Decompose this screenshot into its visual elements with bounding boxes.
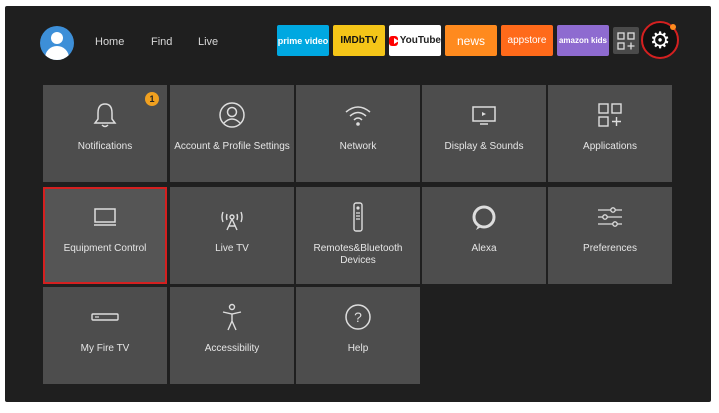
youtube-play-icon	[389, 35, 399, 46]
tile-label: Account & Profile Settings	[174, 141, 290, 152]
antenna-icon	[221, 211, 243, 231]
fire-tv-stick-icon	[91, 313, 119, 321]
news-logo: news	[456, 33, 485, 48]
avatar-body	[45, 46, 69, 60]
tile-label: Preferences	[583, 243, 637, 254]
prime-video-logo: prime video	[277, 35, 329, 46]
tile-label: Alexa	[471, 243, 497, 254]
wifi-icon	[345, 106, 371, 126]
tile-equipment-control[interactable]: Equipment Control	[43, 187, 167, 284]
appstore-logo: appstore	[507, 35, 547, 46]
app-appstore[interactable]: appstore	[501, 25, 553, 56]
app-amazon-kids[interactable]: amazon kids	[557, 25, 609, 56]
imdb-tv-logo: IMDbTV	[340, 35, 378, 46]
app-news[interactable]: news	[445, 25, 497, 56]
tile-help[interactable]: ? Help	[296, 287, 420, 384]
gear-icon: ⚙	[649, 26, 671, 53]
bell-icon	[93, 103, 117, 128]
remote-icon	[353, 202, 363, 232]
help-icon: ?	[345, 304, 371, 330]
tile-label: Applications	[583, 141, 637, 152]
nav-live[interactable]: Live	[198, 36, 218, 48]
tile-network[interactable]: Network	[296, 85, 420, 182]
display-icon	[472, 106, 496, 125]
apps-grid-icon	[617, 31, 635, 50]
tile-label: Live TV	[215, 243, 249, 254]
nav-home[interactable]: Home	[95, 36, 124, 48]
tile-display-sounds[interactable]: Display & Sounds	[422, 85, 546, 182]
app-prime-video[interactable]: prime video	[277, 25, 329, 56]
tile-label: Display & Sounds	[444, 141, 524, 152]
tile-accessibility[interactable]: Accessibility	[170, 287, 294, 384]
apps-grid-button[interactable]	[613, 27, 639, 54]
tile-live-tv[interactable]: Live TV	[170, 187, 294, 284]
tile-remotes-bluetooth[interactable]: Remotes&Bluetooth Devices	[296, 187, 420, 284]
tile-notifications[interactable]: 1 Notifications	[43, 85, 167, 182]
tv-icon	[94, 208, 116, 226]
tile-label: Accessibility	[204, 343, 260, 354]
tile-account-profile-settings[interactable]: Account & Profile Settings	[170, 85, 294, 182]
tile-alexa[interactable]: Alexa	[422, 187, 546, 284]
tile-label: Equipment Control	[63, 243, 147, 254]
app-youtube[interactable]: YouTube	[389, 25, 441, 56]
tile-label: Remotes&Bluetooth Devices	[313, 243, 403, 266]
avatar-head	[51, 32, 63, 44]
applications-icon	[598, 103, 622, 127]
tile-preferences[interactable]: Preferences	[548, 187, 672, 284]
alexa-icon	[472, 205, 496, 230]
tile-applications[interactable]: Applications	[548, 85, 672, 182]
app-imdb-tv[interactable]: IMDbTV	[333, 25, 385, 56]
nav-find[interactable]: Find	[151, 36, 172, 48]
amazon-kids-logo: amazon kids	[558, 36, 607, 45]
tile-label: Notifications	[77, 141, 133, 152]
svg-text:?: ?	[354, 309, 362, 325]
fire-tv-screen: Home Find Live prime video IMDbTV YouTub…	[5, 6, 711, 402]
youtube-logo: YouTube	[399, 35, 441, 46]
tile-my-fire-tv[interactable]: My Fire TV	[43, 287, 167, 384]
tile-label: My Fire TV	[80, 343, 130, 354]
profile-icon	[219, 102, 245, 128]
settings-notification-dot	[670, 24, 676, 30]
tile-label: Help	[347, 343, 369, 354]
settings-button[interactable]: ⚙	[641, 21, 679, 59]
sliders-icon	[598, 207, 622, 227]
tile-label: Network	[339, 141, 377, 152]
profile-avatar[interactable]	[40, 26, 74, 60]
accessibility-icon	[222, 303, 242, 331]
